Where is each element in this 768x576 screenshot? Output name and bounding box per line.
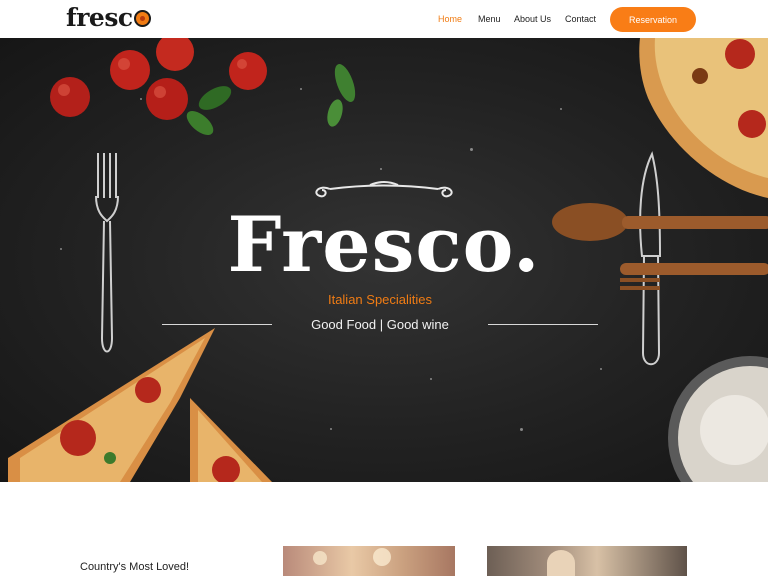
person-silhouette <box>547 550 575 576</box>
logo[interactable]: fresc <box>66 3 151 32</box>
flour-bowl-icon <box>668 356 768 482</box>
logo-orange-icon <box>133 10 151 27</box>
ornament-divider-icon <box>315 181 453 198</box>
hero-tagline: Good Food | Good wine <box>311 317 449 332</box>
pizza-slices-icon <box>8 328 272 482</box>
nav-home[interactable]: Home <box>438 14 462 24</box>
bokeh-light <box>313 551 327 565</box>
nav-contact[interactable]: Contact <box>565 14 596 24</box>
logo-text: fresc <box>66 3 133 32</box>
tomatoes-icon <box>50 38 267 120</box>
site-header: fresc Home Menu About Us Contact Reserva… <box>0 0 768 38</box>
section-heading: Country's Most Loved! <box>80 561 190 573</box>
reservation-button[interactable]: Reservation <box>610 7 696 32</box>
nav-menu[interactable]: Menu <box>478 14 501 24</box>
hero-title: Fresco. <box>227 200 541 289</box>
bokeh-light <box>373 548 391 566</box>
nav-about-us[interactable]: About Us <box>514 14 551 24</box>
hero-banner: Fresco. Italian Specialities Good Food |… <box>0 38 768 482</box>
pizza-top-right-icon <box>639 38 768 198</box>
hero-subtitle: Italian Specialities <box>327 292 433 307</box>
food-photo-2 <box>487 546 687 576</box>
food-photo-1 <box>283 546 455 576</box>
basil-leaves-icon <box>186 64 356 135</box>
